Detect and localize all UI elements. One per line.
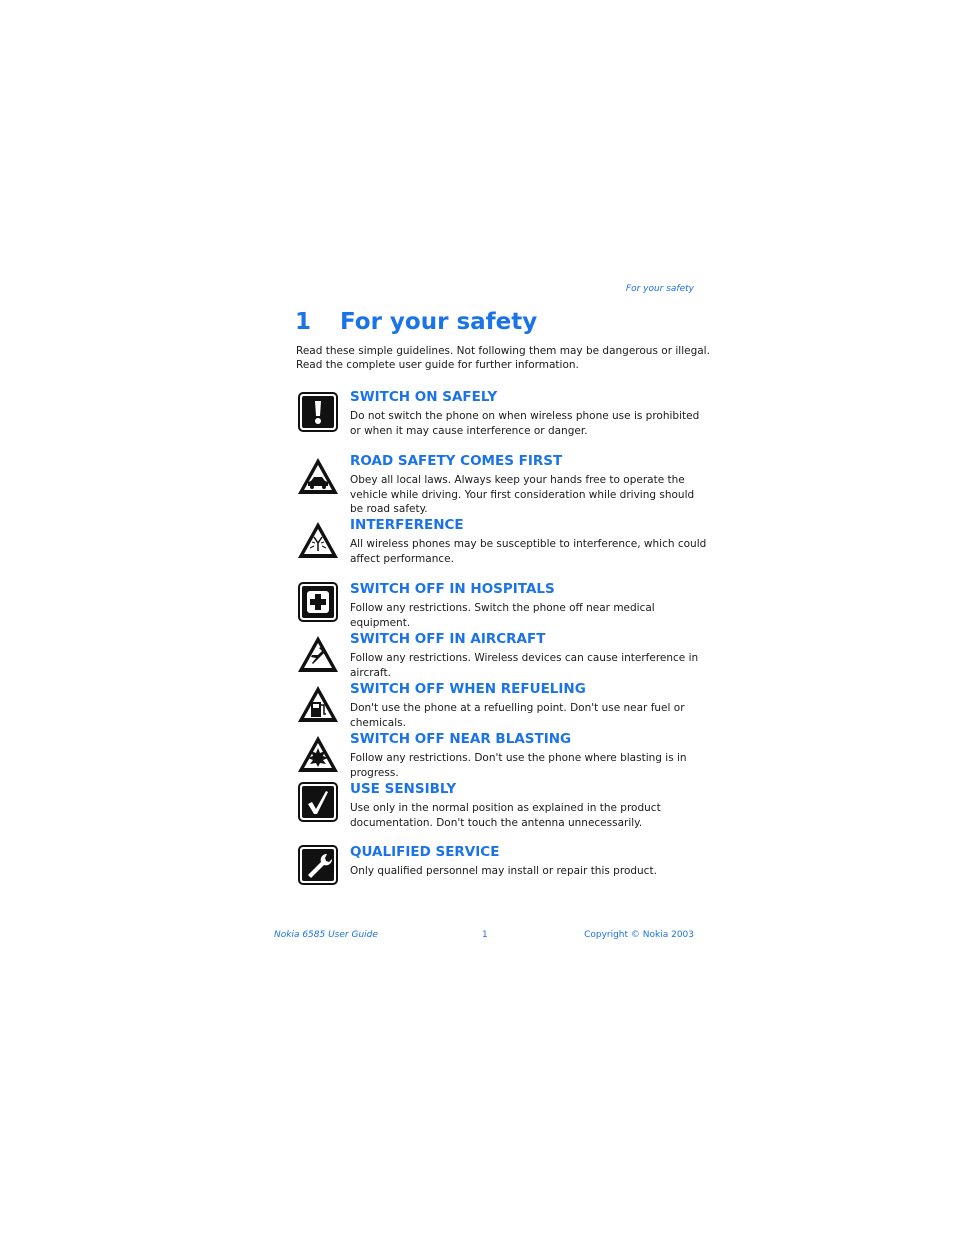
item-title: ROAD SAFETY COMES FIRST (350, 453, 563, 469)
item-description: Follow any restrictions. Don't use the p… (350, 752, 687, 779)
fuel-pump-warning-icon (296, 682, 340, 726)
airplane-warning-icon (296, 632, 340, 676)
item-description: Follow any restrictions. Switch the phon… (350, 602, 655, 629)
exclamation-icon (296, 390, 340, 434)
item-title: SWITCH OFF WHEN REFUELING (350, 681, 586, 697)
intro-paragraph: Read these simple guidelines. Not follow… (296, 345, 710, 371)
item-title: SWITCH OFF IN HOSPITALS (350, 581, 555, 597)
checkmark-icon (296, 782, 340, 826)
wrench-icon (296, 845, 340, 889)
item-description: Follow any restrictions. Wireless device… (350, 652, 699, 679)
running-head: For your safety (625, 284, 694, 294)
item-title: QUALIFIED SERVICE (350, 844, 500, 860)
item-description: Obey all local laws. Always keep your ha… (350, 474, 695, 515)
item-description: Do not switch the phone on when wireless… (350, 410, 700, 437)
footer-guide-title: Nokia 6585 User Guide (274, 930, 378, 940)
item-title: USE SENSIBLY (350, 781, 457, 797)
footer-copyright: Copyright © Nokia 2003 (584, 930, 694, 940)
item-description: Use only in the normal position as expla… (350, 802, 661, 829)
item-title: INTERFERENCE (350, 517, 464, 533)
chapter-title: For your safety (340, 309, 538, 335)
car-warning-icon (296, 454, 340, 498)
item-description: Only qualified personnel may install or … (350, 865, 657, 877)
chapter-number: 1 (295, 309, 312, 335)
item-title: SWITCH ON SAFELY (350, 389, 498, 405)
chapter-heading: 1 For your safety (295, 309, 537, 335)
item-title: SWITCH OFF NEAR BLASTING (350, 731, 572, 747)
medical-cross-icon (296, 582, 340, 626)
item-description: All wireless phones may be susceptible t… (350, 538, 707, 565)
page-number: 1 (482, 930, 488, 940)
antenna-warning-icon (296, 518, 340, 562)
item-description: Don't use the phone at a refuelling poin… (350, 702, 685, 729)
explosion-warning-icon (296, 732, 340, 776)
item-title: SWITCH OFF IN AIRCRAFT (350, 631, 546, 647)
